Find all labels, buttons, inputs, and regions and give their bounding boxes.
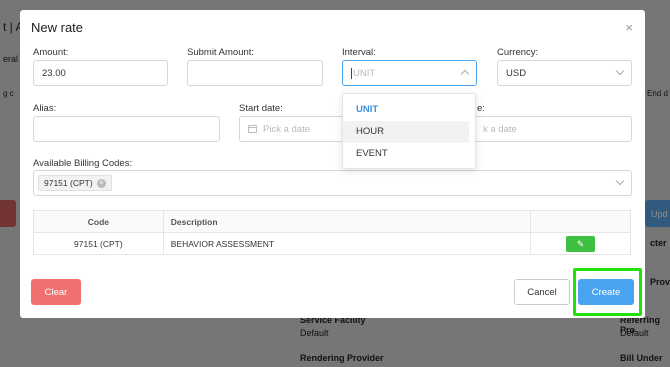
amount-label: Amount: xyxy=(33,47,69,58)
end-date-label: e: xyxy=(477,103,485,114)
table-row: 97151 (CPT) BEHAVIOR ASSESSMENT ✎ xyxy=(33,232,631,255)
interval-select[interactable]: UNIT xyxy=(342,60,477,86)
chevron-down-icon xyxy=(615,66,625,76)
interval-dropdown-menu: UNIT HOUR EVENT xyxy=(342,93,476,169)
chevron-up-icon xyxy=(460,69,470,79)
edit-icon[interactable]: ✎ xyxy=(566,235,596,252)
close-icon[interactable]: × xyxy=(625,21,633,34)
submit-amount-label: Submit Amount: xyxy=(187,47,255,58)
action-cell: ✎ xyxy=(530,232,631,255)
code-cell: 97151 (CPT) xyxy=(33,232,164,255)
text-caret xyxy=(351,67,352,79)
billing-codes-table: Code Description 97151 (CPT) BEHAVIOR AS… xyxy=(33,210,631,255)
end-date-placeholder: k a date xyxy=(483,123,517,135)
amount-input[interactable]: 23.00 xyxy=(33,60,168,86)
currency-select[interactable]: USD xyxy=(497,60,632,86)
start-date-label: Start date: xyxy=(239,103,283,114)
alias-label: Alias: xyxy=(33,103,57,114)
column-header-actions xyxy=(530,210,631,233)
remove-tag-icon[interactable]: × xyxy=(96,178,106,188)
end-date-picker[interactable]: k a date xyxy=(470,116,632,142)
start-date-picker[interactable]: Pick a date xyxy=(239,116,359,142)
new-rate-modal: New rate × Amount: 23.00 Submit Amount: … xyxy=(20,10,645,318)
interval-option-hour[interactable]: HOUR xyxy=(343,121,469,143)
submit-amount-input[interactable] xyxy=(187,60,323,86)
column-header-code: Code xyxy=(33,210,164,233)
billing-codes-select[interactable]: 97151 (CPT) × xyxy=(33,170,632,196)
highlight-box xyxy=(573,268,642,316)
cancel-button[interactable]: Cancel xyxy=(514,279,570,305)
currency-value: USD xyxy=(506,67,527,79)
start-date-placeholder: Pick a date xyxy=(263,123,310,135)
billing-code-tag: 97151 (CPT) × xyxy=(38,175,112,191)
interval-placeholder: UNIT xyxy=(353,67,376,79)
chevron-down-icon xyxy=(615,176,625,186)
amount-value: 23.00 xyxy=(42,67,66,79)
clear-button[interactable]: Clear xyxy=(31,279,81,305)
alias-input[interactable] xyxy=(33,116,220,142)
column-header-description: Description xyxy=(162,210,532,233)
currency-label: Currency: xyxy=(497,47,539,58)
modal-title: New rate xyxy=(31,20,84,35)
interval-label: Interval: xyxy=(342,47,376,58)
description-cell: BEHAVIOR ASSESSMENT xyxy=(162,232,532,255)
billing-codes-label: Available Billing Codes: xyxy=(33,158,133,169)
calendar-icon xyxy=(248,125,257,133)
interval-option-unit[interactable]: UNIT xyxy=(343,99,475,121)
interval-option-event[interactable]: EVENT xyxy=(343,143,475,165)
